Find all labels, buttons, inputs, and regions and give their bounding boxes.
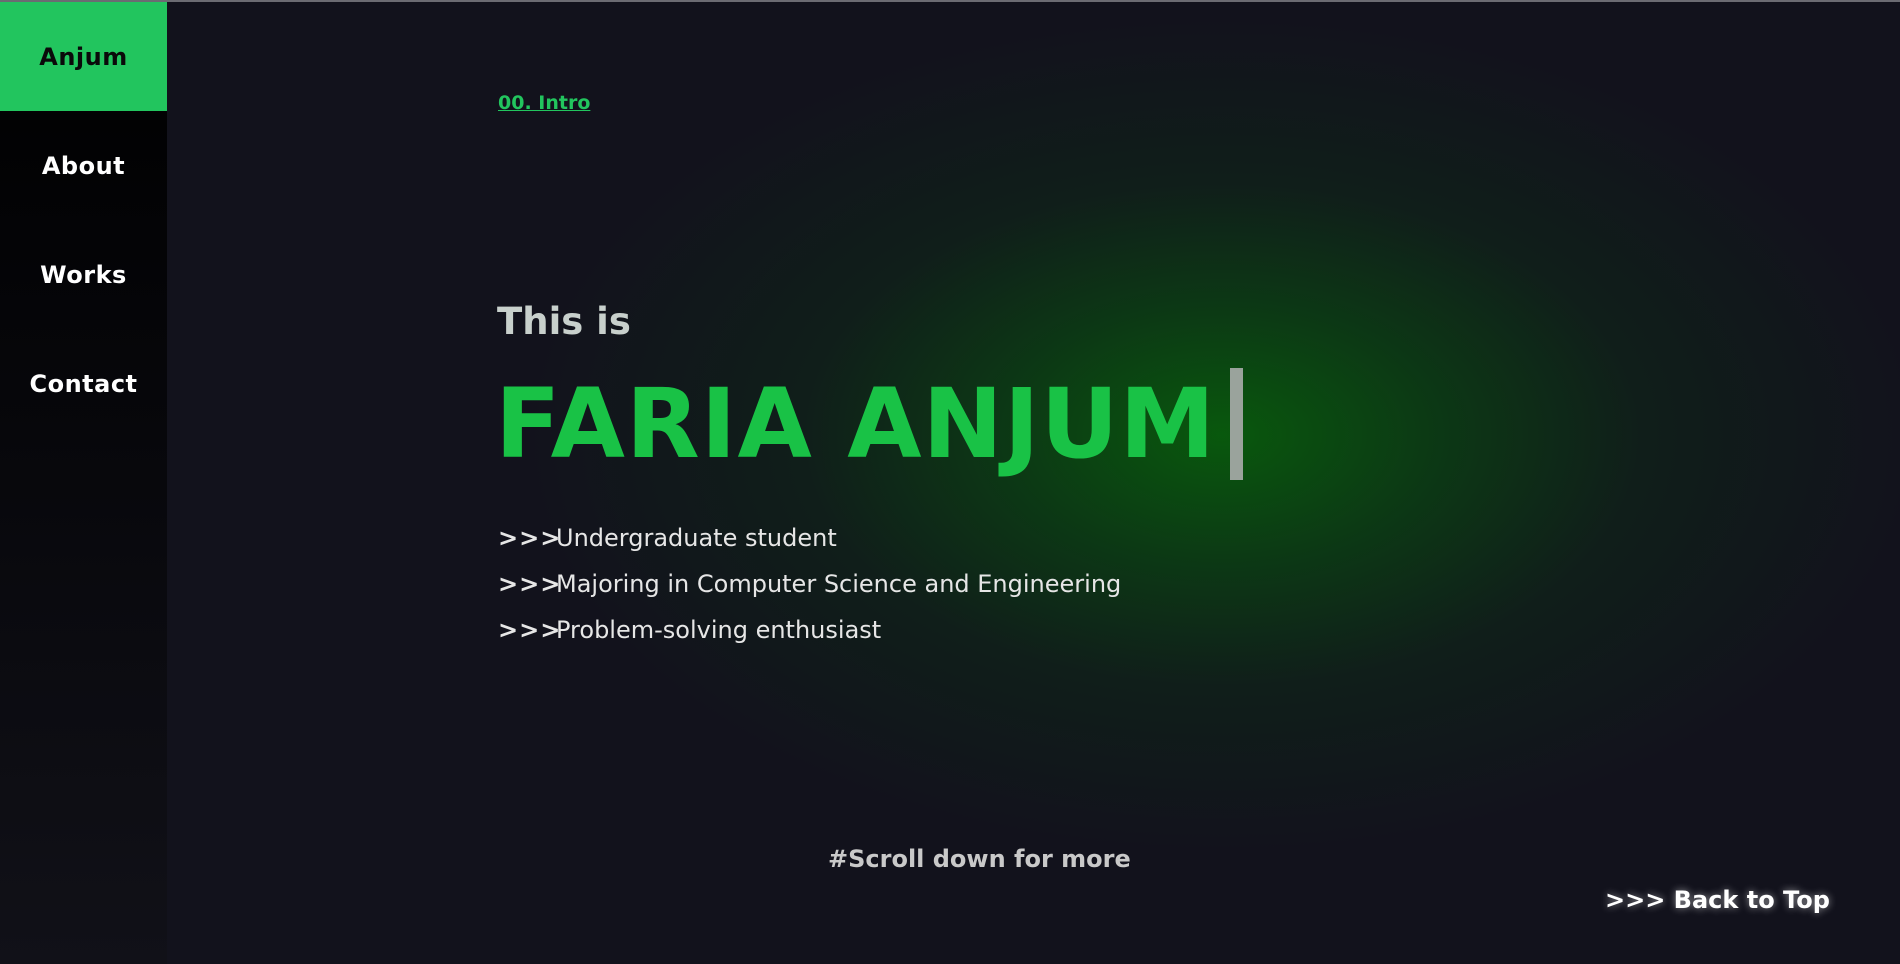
intro-section (167, 0, 1900, 964)
list-item: >>> Problem-solving enthusiast (498, 607, 1121, 653)
section-anchor-intro[interactable]: 00. Intro (498, 92, 590, 114)
list-item: >>> Undergraduate student (498, 515, 1121, 561)
hero-bullet-list: >>> Undergraduate student >>> Majoring i… (498, 515, 1121, 653)
bullet-marker: >>> (498, 570, 562, 598)
hero-name-text: FARIA ANJUM (495, 368, 1217, 480)
bullet-text: Undergraduate student (556, 524, 837, 552)
sidebar-item-about[interactable]: About (0, 111, 167, 220)
back-to-top-button[interactable]: >>> Back to Top (1605, 886, 1830, 914)
bullet-text: Majoring in Computer Science and Enginee… (556, 570, 1122, 598)
bullet-marker: >>> (498, 616, 562, 644)
hero-name: FARIA ANJUM (495, 368, 1244, 480)
typing-cursor (1230, 368, 1244, 480)
sidebar-item-anjum[interactable]: Anjum (0, 2, 167, 111)
sidebar-item-contact[interactable]: Contact (0, 329, 167, 438)
scroll-hint: #Scroll down for more (828, 845, 1131, 873)
list-item: >>> Majoring in Computer Science and Eng… (498, 561, 1121, 607)
window-top-border (0, 0, 1900, 2)
hero-greeting: This is (497, 300, 631, 343)
sidebar-item-works[interactable]: Works (0, 220, 167, 329)
bullet-marker: >>> (498, 524, 562, 552)
bullet-text: Problem-solving enthusiast (556, 616, 882, 644)
sidebar-nav: Anjum About Works Contact (0, 2, 167, 964)
